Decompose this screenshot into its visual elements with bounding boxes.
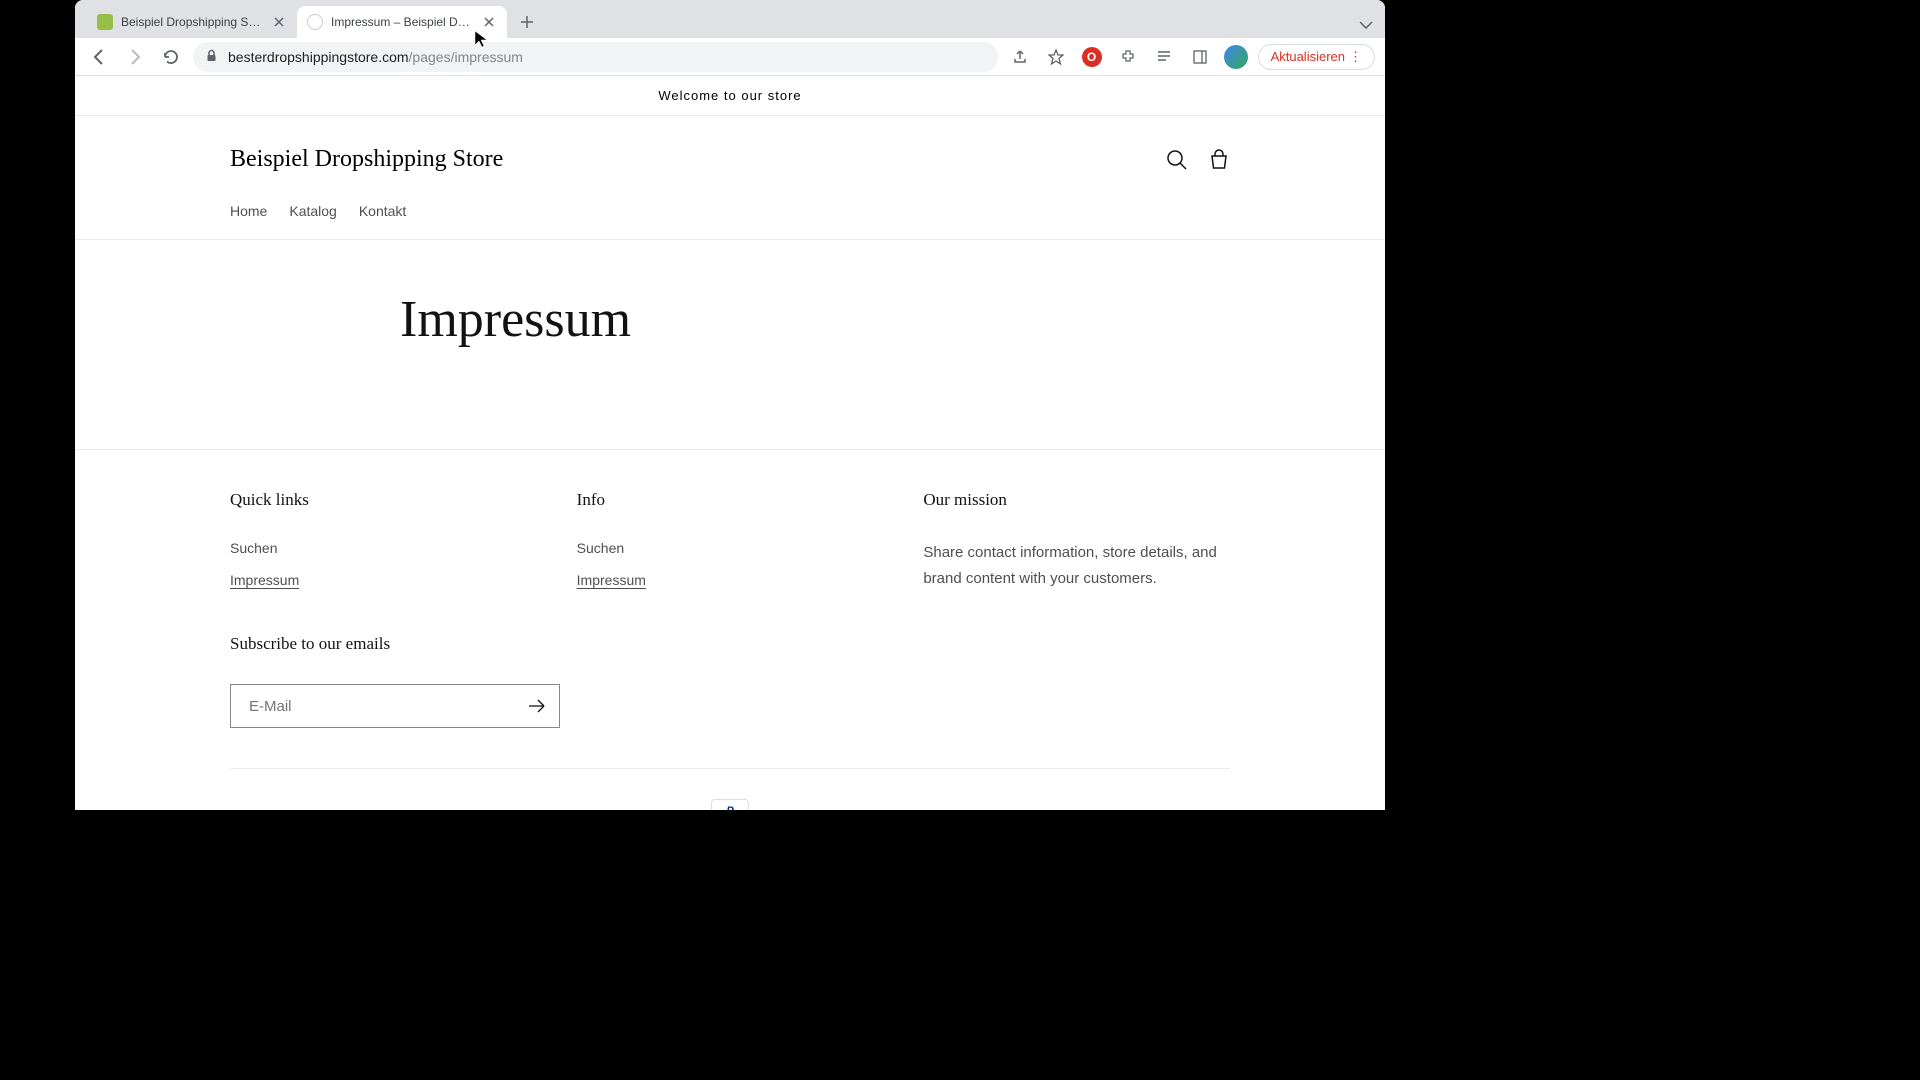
extensions-icon[interactable] bbox=[1114, 43, 1142, 71]
tab-title: Impressum – Beispiel Dropship bbox=[331, 15, 473, 29]
new-tab-button[interactable] bbox=[513, 8, 541, 36]
footer-heading: Info bbox=[577, 490, 884, 510]
back-button[interactable] bbox=[85, 43, 113, 71]
email-form bbox=[230, 684, 560, 728]
close-icon[interactable] bbox=[481, 14, 497, 30]
nav-link-home[interactable]: Home bbox=[230, 203, 267, 219]
share-icon[interactable] bbox=[1006, 43, 1034, 71]
footer: Quick links Suchen Impressum Info Suchen… bbox=[75, 449, 1385, 810]
toolbar: besterdropshippingstore.com/pages/impres… bbox=[75, 38, 1385, 76]
footer-link-suchen[interactable]: Suchen bbox=[230, 540, 537, 556]
mission-text: Share contact information, store details… bbox=[923, 540, 1230, 591]
paypal-icon: P bbox=[711, 799, 749, 810]
bookmark-icon[interactable] bbox=[1042, 43, 1070, 71]
tab-active[interactable]: Impressum – Beispiel Dropship bbox=[297, 6, 507, 38]
close-icon[interactable] bbox=[271, 14, 287, 30]
footer-link-impressum[interactable]: Impressum bbox=[230, 572, 537, 588]
nav-link-kontakt[interactable]: Kontakt bbox=[359, 203, 406, 219]
globe-favicon bbox=[307, 14, 323, 30]
announcement-bar: Welcome to our store bbox=[75, 76, 1385, 116]
footer-heading: Our mission bbox=[923, 490, 1230, 510]
nav-link-katalog[interactable]: Katalog bbox=[289, 203, 336, 219]
sidepanel-icon[interactable] bbox=[1186, 43, 1214, 71]
footer-col-mission: Our mission Share contact information, s… bbox=[923, 490, 1230, 604]
store-header: Beispiel Dropshipping Store Home Katalog… bbox=[75, 116, 1385, 239]
tab-overflow-button[interactable] bbox=[1359, 16, 1373, 34]
email-submit-button[interactable] bbox=[515, 684, 559, 728]
address-bar[interactable]: besterdropshippingstore.com/pages/impres… bbox=[193, 42, 998, 72]
url-text: besterdropshippingstore.com/pages/impres… bbox=[228, 49, 986, 65]
update-button[interactable]: Aktualisieren ⋮ bbox=[1258, 44, 1375, 70]
shopify-favicon bbox=[97, 14, 113, 30]
lock-icon bbox=[205, 49, 218, 65]
tab-inactive[interactable]: Beispiel Dropshipping Store · F bbox=[87, 6, 297, 38]
footer-col-info: Info Suchen Impressum bbox=[577, 490, 884, 604]
reload-button[interactable] bbox=[157, 43, 185, 71]
footer-link-suchen[interactable]: Suchen bbox=[577, 540, 884, 556]
email-input[interactable] bbox=[231, 698, 515, 715]
footer-col-quicklinks: Quick links Suchen Impressum bbox=[230, 490, 537, 604]
extension-red-icon[interactable]: O bbox=[1078, 43, 1106, 71]
tab-title: Beispiel Dropshipping Store · F bbox=[121, 15, 263, 29]
nav-menu: Home Katalog Kontakt bbox=[230, 203, 1230, 239]
subscribe-section: Subscribe to our emails bbox=[230, 634, 1230, 728]
update-label: Aktualisieren bbox=[1271, 49, 1345, 64]
subscribe-heading: Subscribe to our emails bbox=[230, 634, 1230, 654]
payment-row: P bbox=[230, 768, 1230, 810]
footer-heading: Quick links bbox=[230, 490, 537, 510]
avatar[interactable] bbox=[1222, 43, 1250, 71]
store-name[interactable]: Beispiel Dropshipping Store bbox=[230, 146, 503, 173]
forward-button[interactable] bbox=[121, 43, 149, 71]
page-title: Impressum bbox=[400, 290, 1230, 349]
browser-window: Beispiel Dropshipping Store · F Impressu… bbox=[75, 0, 1385, 810]
more-icon: ⋮ bbox=[1349, 49, 1362, 65]
tab-bar: Beispiel Dropshipping Store · F Impressu… bbox=[75, 0, 1385, 38]
cart-icon[interactable] bbox=[1208, 149, 1230, 171]
search-icon[interactable] bbox=[1166, 149, 1188, 171]
page-content: Welcome to our store Beispiel Dropshippi… bbox=[75, 76, 1385, 810]
reading-list-icon[interactable] bbox=[1150, 43, 1178, 71]
toolbar-right: O Aktualisieren ⋮ bbox=[1006, 43, 1375, 71]
footer-link-impressum[interactable]: Impressum bbox=[577, 572, 884, 588]
page-main: Impressum bbox=[75, 239, 1385, 449]
